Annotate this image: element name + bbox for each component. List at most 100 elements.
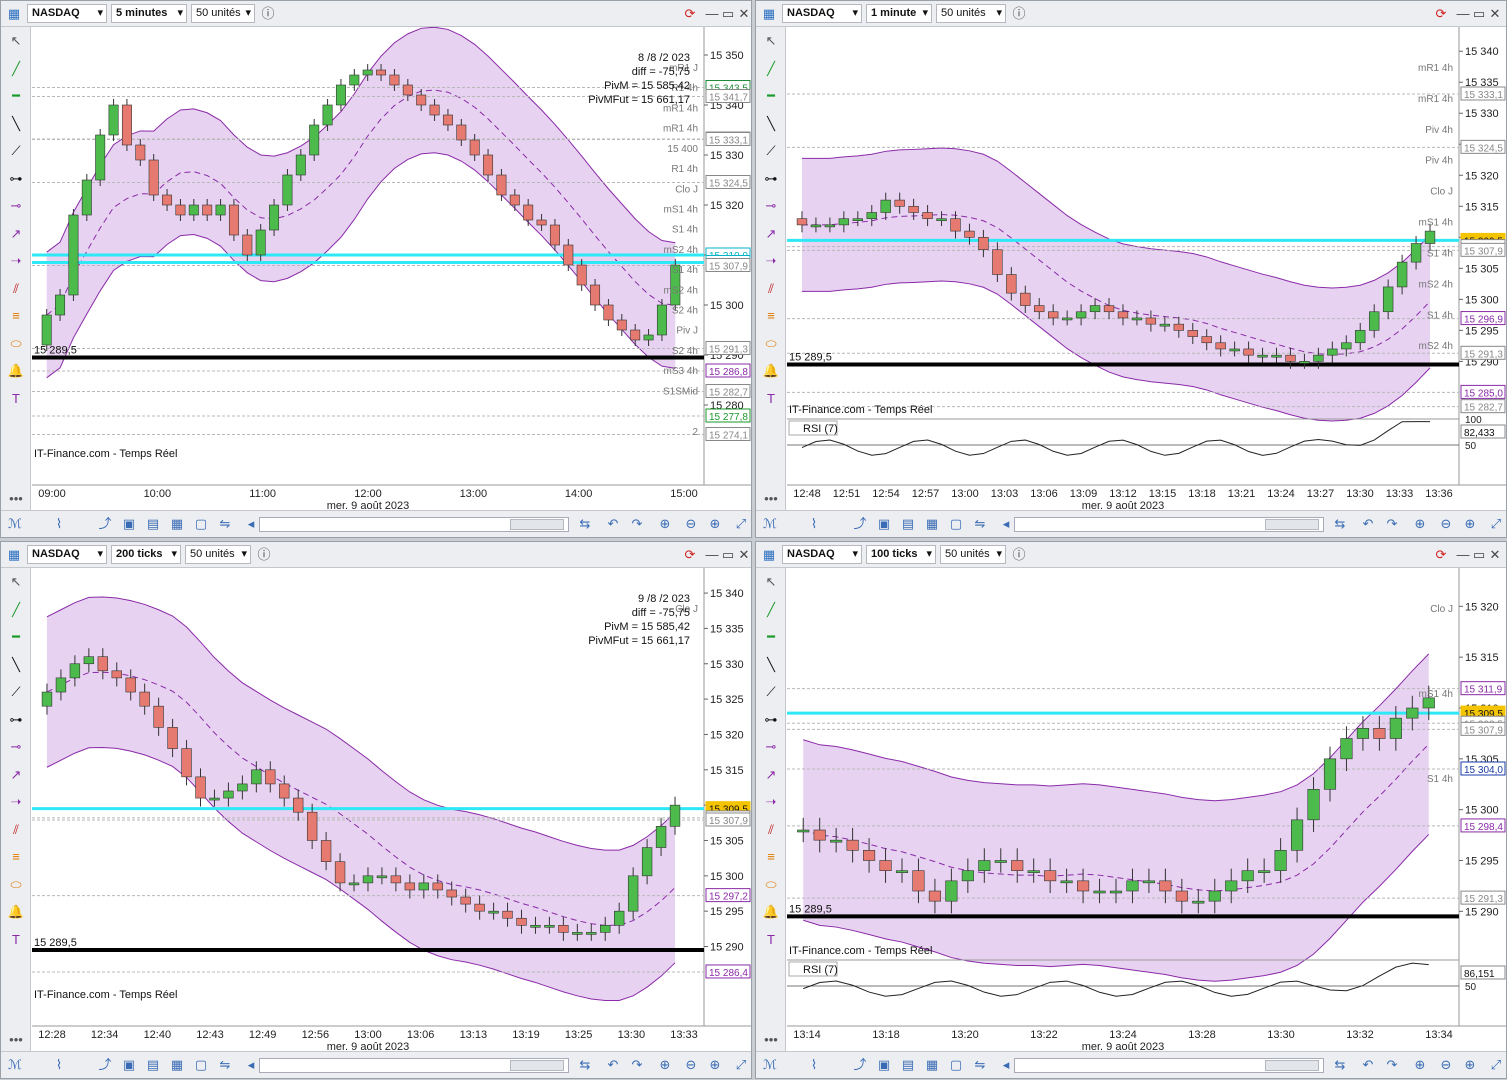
arrow-icon[interactable]: ➝	[761, 792, 781, 812]
refresh-icon[interactable]: ⟳	[681, 5, 699, 23]
maximize-icon[interactable]: ⤢	[1486, 1056, 1506, 1074]
undo-icon[interactable]: ↶	[1358, 515, 1378, 533]
list-icon[interactable]: ▤	[898, 515, 918, 533]
list-icon[interactable]: ▤	[143, 515, 163, 533]
pointer-icon[interactable]: ↖	[6, 31, 26, 51]
alert-icon[interactable]: 🔔	[761, 902, 781, 922]
undo-icon[interactable]: ↶	[603, 1056, 623, 1074]
info-icon[interactable]: ⓘ	[1010, 5, 1028, 23]
ellipse-icon[interactable]: ⬭	[6, 334, 26, 354]
hline-icon[interactable]: ━	[6, 627, 26, 647]
fibonacci-icon[interactable]: ≡	[6, 847, 26, 867]
time-scrollbar[interactable]	[259, 517, 569, 532]
redo-icon[interactable]: ↷	[1382, 515, 1402, 533]
share-icon[interactable]: ⤴	[95, 1056, 115, 1074]
maximize-icon[interactable]: ⤢	[731, 1056, 751, 1074]
channel-icon[interactable]: ⫽	[761, 820, 781, 840]
interval-selector[interactable]: 100 ticks	[866, 545, 936, 564]
interval-selector[interactable]: 200 ticks	[111, 545, 181, 564]
chat-icon[interactable]: ▣	[119, 515, 139, 533]
prev-icon[interactable]: ◂	[996, 515, 1016, 533]
info-icon[interactable]: ⓘ	[259, 5, 277, 23]
time-scrollbar[interactable]	[259, 1058, 569, 1073]
alert-icon[interactable]: 🔔	[6, 361, 26, 381]
window-icon[interactable]: ▢	[191, 1056, 211, 1074]
ellipse-icon[interactable]: ⬭	[6, 875, 26, 895]
line-tool-icon[interactable]: ╱	[6, 600, 26, 620]
close-icon[interactable]: ✕	[735, 546, 751, 564]
segment-icon[interactable]: ⟋	[6, 141, 26, 161]
zoom-out-icon[interactable]: ⊖	[681, 1056, 701, 1074]
symbol-selector[interactable]: NASDAQ	[27, 545, 107, 564]
channel-icon[interactable]: ⫽	[6, 279, 26, 299]
alert-icon[interactable]: 🔔	[6, 902, 26, 922]
zoom-fit-icon[interactable]: ⊕	[1410, 515, 1430, 533]
zoom-out-icon[interactable]: ⊖	[1436, 515, 1456, 533]
share-icon[interactable]: ⤴	[850, 1056, 870, 1074]
fibonacci-icon[interactable]: ≡	[761, 847, 781, 867]
info-icon[interactable]: ⓘ	[1010, 546, 1028, 564]
text-icon[interactable]: T	[761, 930, 781, 950]
channel-icon[interactable]: ⫽	[6, 820, 26, 840]
chat-icon[interactable]: ▣	[874, 515, 894, 533]
hray-icon[interactable]: ⊶	[761, 169, 781, 189]
prev-icon[interactable]: ◂	[241, 1056, 261, 1074]
hline-icon[interactable]: ━	[761, 627, 781, 647]
zoom-out-icon[interactable]: ⊖	[1436, 1056, 1456, 1074]
chart-type-icon[interactable]: ⌇	[49, 515, 69, 533]
chart-type-icon[interactable]: ⌇	[49, 1056, 69, 1074]
compare-icon[interactable]: ⇋	[970, 515, 990, 533]
ellipse-icon[interactable]: ⬭	[761, 334, 781, 354]
symbol-selector[interactable]: NASDAQ	[782, 545, 862, 564]
time-scrollbar[interactable]	[1014, 1058, 1324, 1073]
interval-selector[interactable]: 5 minutes	[111, 4, 187, 23]
symbol-selector[interactable]: NASDAQ	[27, 4, 107, 23]
price-chart[interactable]: 15 34015 33515 33015 32515 32015 31515 3…	[787, 27, 1507, 511]
grid-icon[interactable]: ▦	[922, 515, 942, 533]
close-icon[interactable]: ✕	[735, 5, 751, 23]
level-icon[interactable]: ⊸	[761, 196, 781, 216]
text-icon[interactable]: T	[6, 930, 26, 950]
scrollbar-thumb[interactable]	[510, 1060, 564, 1071]
channel-icon[interactable]: ⫽	[761, 279, 781, 299]
chart-type-icon[interactable]: ⌇	[804, 1056, 824, 1074]
more-tools-icon[interactable]: •••	[761, 1030, 781, 1050]
price-chart[interactable]: 15 32015 31515 31015 30515 30015 29515 2…	[787, 568, 1507, 1052]
zoom-fit-icon[interactable]: ⊕	[1410, 1056, 1430, 1074]
indicators-icon[interactable]: ℳ	[760, 515, 780, 533]
zoom-in-icon[interactable]: ⊕	[1460, 515, 1480, 533]
info-icon[interactable]: ⓘ	[255, 546, 273, 564]
scrollbar-thumb[interactable]	[1265, 1060, 1319, 1071]
line-tool-icon[interactable]: ╱	[761, 600, 781, 620]
grid-icon[interactable]: ▦	[922, 1056, 942, 1074]
hray-icon[interactable]: ⊶	[6, 710, 26, 730]
zoom-fit-icon[interactable]: ⊕	[655, 1056, 675, 1074]
window-icon[interactable]: ▢	[946, 515, 966, 533]
compare-icon[interactable]: ⇋	[215, 515, 235, 533]
ray-icon[interactable]: ↗	[6, 765, 26, 785]
segment-icon[interactable]: ⟋	[761, 141, 781, 161]
arrow-icon[interactable]: ➝	[6, 251, 26, 271]
ellipse-icon[interactable]: ⬭	[761, 875, 781, 895]
units-selector[interactable]: 50 unités	[936, 4, 1006, 23]
more-tools-icon[interactable]: •••	[6, 489, 26, 509]
chart-type-icon[interactable]: ⌇	[804, 515, 824, 533]
symbol-selector[interactable]: NASDAQ	[782, 4, 862, 23]
arrow-icon[interactable]: ➝	[6, 792, 26, 812]
arrow-icon[interactable]: ➝	[761, 251, 781, 271]
indicators-icon[interactable]: ℳ	[5, 515, 25, 533]
scrollbar-thumb[interactable]	[1265, 519, 1319, 530]
undo-icon[interactable]: ↶	[1358, 1056, 1378, 1074]
window-icon[interactable]: ▢	[191, 515, 211, 533]
hray-icon[interactable]: ⊶	[761, 710, 781, 730]
prev-icon[interactable]: ◂	[996, 1056, 1016, 1074]
grid-icon[interactable]: ▦	[167, 1056, 187, 1074]
chat-icon[interactable]: ▣	[874, 1056, 894, 1074]
zoom-in-icon[interactable]: ⊕	[1460, 1056, 1480, 1074]
trendline-icon[interactable]: ╲	[6, 655, 26, 675]
time-scrollbar[interactable]	[1014, 517, 1324, 532]
undo-icon[interactable]: ↶	[603, 515, 623, 533]
redo-icon[interactable]: ↷	[627, 1056, 647, 1074]
ray-icon[interactable]: ↗	[761, 224, 781, 244]
more-tools-icon[interactable]: •••	[6, 1030, 26, 1050]
